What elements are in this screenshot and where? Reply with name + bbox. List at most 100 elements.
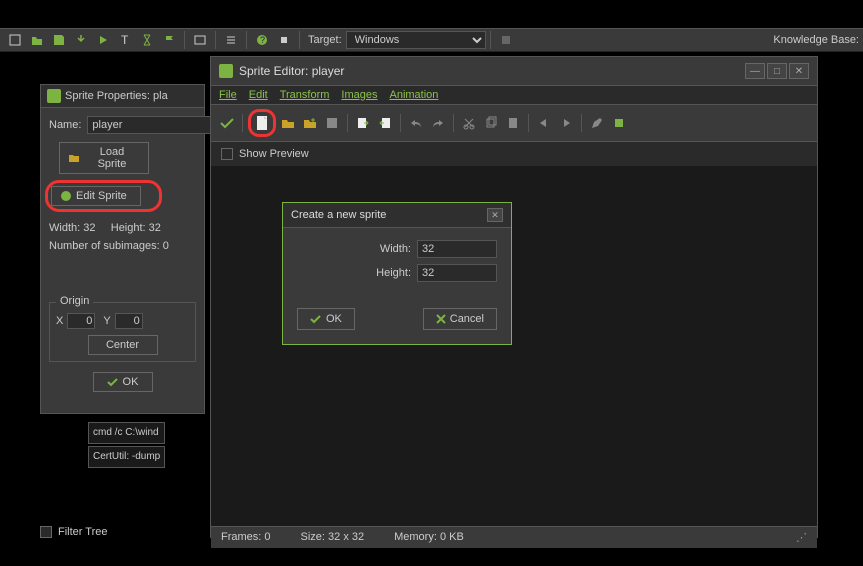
dialog-close-button[interactable]: ✕ — [487, 208, 503, 222]
separator — [215, 31, 216, 49]
resize-grip[interactable]: ⋰ — [796, 531, 807, 544]
dialog-cancel-button[interactable]: Cancel — [423, 308, 497, 330]
effect-icon[interactable] — [609, 113, 629, 133]
separator — [299, 31, 300, 49]
save-icon[interactable] — [50, 31, 68, 49]
editor-toolbar — [211, 104, 817, 142]
sprite-properties-panel: Sprite Properties: pla Name: Load Sprite… — [40, 84, 205, 414]
origin-group: Origin X Y Center — [49, 302, 196, 362]
target-select[interactable]: Windows — [346, 31, 486, 49]
open-icon[interactable] — [28, 31, 46, 49]
tool-icon[interactable] — [497, 31, 515, 49]
open-file-icon[interactable] — [278, 113, 298, 133]
preview-row: Show Preview — [211, 142, 817, 166]
x-label: X — [56, 315, 63, 327]
height-info: Height: 32 — [111, 222, 161, 234]
new-icon[interactable] — [6, 31, 24, 49]
load-sprite-button[interactable]: Load Sprite — [59, 142, 149, 174]
height-label: Height: — [376, 267, 411, 279]
text-icon[interactable]: T — [116, 31, 134, 49]
height-input[interactable] — [417, 264, 497, 282]
name-label: Name: — [49, 119, 81, 131]
menu-edit[interactable]: Edit — [249, 89, 268, 101]
add-file-icon[interactable] — [300, 113, 320, 133]
separator — [490, 31, 491, 49]
menu-animation[interactable]: Animation — [390, 89, 439, 101]
svg-text:?: ? — [260, 35, 265, 45]
editor-menubar: File Edit Transform Images Animation — [211, 86, 817, 104]
show-preview-checkbox[interactable] — [221, 148, 233, 160]
confirm-icon[interactable] — [217, 113, 237, 133]
editor-title-text: Sprite Editor: player — [239, 64, 344, 78]
ok-button[interactable]: OK — [93, 372, 153, 392]
menu-images[interactable]: Images — [341, 89, 377, 101]
center-button[interactable]: Center — [88, 335, 158, 355]
filter-tree-checkbox[interactable] — [40, 526, 52, 538]
minimize-button[interactable]: — — [745, 63, 765, 79]
undo-icon[interactable] — [406, 113, 426, 133]
separator — [246, 31, 247, 49]
origin-x-input[interactable] — [67, 313, 95, 329]
width-info: Width: 32 — [49, 222, 95, 234]
origin-legend: Origin — [56, 295, 93, 307]
gm-icon — [219, 64, 233, 78]
palette-icon — [60, 190, 72, 202]
origin-y-input[interactable] — [115, 313, 143, 329]
export-icon[interactable] — [375, 113, 395, 133]
maximize-button[interactable]: □ — [767, 63, 787, 79]
dialog-title-text: Create a new sprite — [291, 209, 386, 221]
dialog-ok-button[interactable]: OK — [297, 308, 355, 330]
dialog-titlebar[interactable]: Create a new sprite ✕ — [283, 203, 511, 228]
window-icon[interactable] — [191, 31, 209, 49]
new-file-icon[interactable] — [252, 113, 272, 133]
filter-tree-row: Filter Tree — [40, 526, 108, 538]
title-text: Sprite Properties: pla — [65, 90, 168, 102]
list-icon[interactable] — [222, 31, 240, 49]
width-label: Width: — [380, 243, 411, 255]
filter-tree-label: Filter Tree — [58, 526, 108, 538]
create-sprite-dialog: Create a new sprite ✕ Width: Height: OK … — [282, 202, 512, 345]
paste-icon[interactable] — [503, 113, 523, 133]
separator — [184, 31, 185, 49]
new-file-highlight — [248, 109, 276, 137]
gm-icon — [47, 89, 61, 103]
menu-file[interactable]: File — [219, 89, 237, 101]
next-frame-icon[interactable] — [556, 113, 576, 133]
copy-icon[interactable] — [481, 113, 501, 133]
subimages-info: Number of subimages: 0 — [49, 240, 196, 252]
edit-sprite-button[interactable]: Edit Sprite — [51, 186, 141, 206]
cut-icon[interactable] — [459, 113, 479, 133]
status-frames: Frames: 0 — [221, 531, 271, 544]
show-preview-label: Show Preview — [239, 148, 309, 160]
small-icon[interactable] — [275, 31, 293, 49]
svg-text:T: T — [121, 33, 129, 47]
save-icon[interactable] — [322, 113, 342, 133]
close-button[interactable]: ✕ — [789, 63, 809, 79]
hourglass-icon[interactable] — [138, 31, 156, 49]
editor-statusbar: Frames: 0 Size: 32 x 32 Memory: 0 KB ⋰ — [211, 526, 817, 548]
help-icon[interactable]: ? — [253, 31, 271, 49]
menu-transform[interactable]: Transform — [280, 89, 330, 101]
cmd-lines: cmd /c C:\wind CertUtil: -dump — [88, 422, 165, 470]
main-toolbar: T ? Target: Windows Knowledge Base: — [0, 28, 863, 52]
check-icon — [107, 377, 119, 387]
target-label: Target: — [308, 34, 342, 46]
width-input[interactable] — [417, 240, 497, 258]
x-icon — [436, 314, 446, 324]
cmd-line-1: cmd /c C:\wind — [88, 422, 165, 444]
run-icon[interactable] — [94, 31, 112, 49]
import-icon[interactable] — [353, 113, 373, 133]
flag-icon[interactable] — [160, 31, 178, 49]
folder-icon — [68, 152, 80, 164]
panel-title: Sprite Properties: pla — [41, 85, 204, 108]
status-memory: Memory: 0 KB — [394, 531, 464, 544]
y-label: Y — [103, 315, 110, 327]
redo-icon[interactable] — [428, 113, 448, 133]
editor-titlebar[interactable]: Sprite Editor: player — □ ✕ — [211, 57, 817, 86]
check-icon — [310, 314, 322, 324]
export-icon[interactable] — [72, 31, 90, 49]
pencil-icon[interactable] — [587, 113, 607, 133]
edit-sprite-highlight: Edit Sprite — [45, 180, 162, 212]
status-size: Size: 32 x 32 — [301, 531, 365, 544]
prev-frame-icon[interactable] — [534, 113, 554, 133]
